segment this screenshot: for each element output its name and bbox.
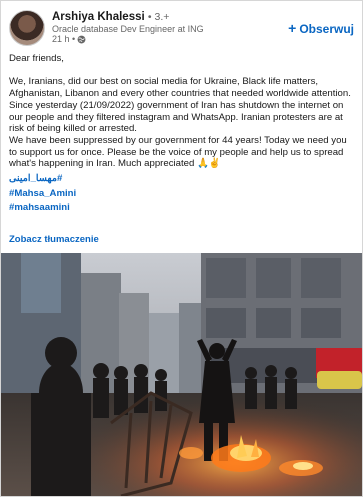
globe-icon [77,35,86,43]
author-headline: Oracle database Dev Engineer at ING [52,24,204,34]
follow-button[interactable]: + Obserwuj [288,20,354,36]
post-paragraph-2: We have been suppressed by our governmen… [9,134,347,170]
avatar[interactable] [9,10,45,46]
hashtag-mahsa-amini[interactable]: #Mahsa_Amini [9,188,76,199]
hashtag-mahsaamini[interactable]: #mahsaamini [9,202,70,213]
hashtag-persian[interactable]: #مهسا_امینی [9,173,62,184]
post-header: Arshiya Khalessi • 3.+ Oracle database D… [9,10,354,46]
post-timestamp: 21 h • [52,34,76,44]
post-paragraph-1: We, Iranians, did our best on social med… [9,76,351,135]
connection-degree: • 3.+ [147,11,170,23]
post-text: Dear friends, We, Iranians, did our best… [9,53,357,214]
post-greeting: Dear friends, [9,53,64,64]
see-translation-link[interactable]: Zobacz tłumaczenie [9,234,99,245]
post-photo[interactable] [1,253,362,496]
post-card: Arshiya Khalessi • 3.+ Oracle database D… [0,0,363,497]
follow-label: Obserwuj [299,22,354,36]
author-name[interactable]: Arshiya Khalessi [52,11,145,23]
author-line: Arshiya Khalessi • 3.+ [52,11,169,23]
post-time: 21 h • [52,34,86,44]
plus-icon: + [288,20,297,36]
